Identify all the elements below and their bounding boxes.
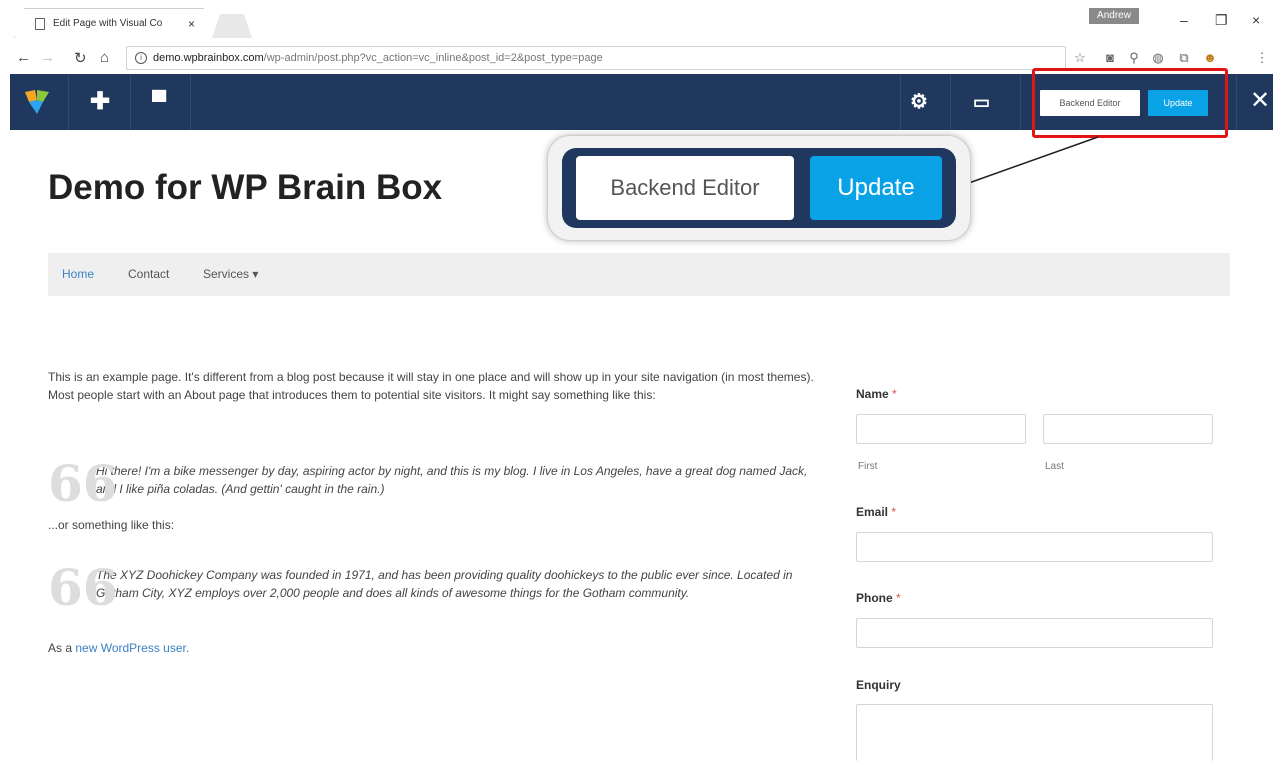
page-icon (35, 17, 45, 30)
phone-field[interactable] (856, 618, 1213, 648)
toolbar-divider (1236, 74, 1237, 130)
add-element-icon[interactable]: ✚ (90, 88, 110, 116)
url-path: /wp-admin/post.php?vc_action=vc_inline&p… (263, 52, 603, 64)
last-name-input[interactable] (1043, 414, 1213, 444)
zoom-callout-inner: Backend Editor Update (562, 148, 956, 228)
zoom-callout: Backend Editor Update (548, 136, 970, 240)
browser-tab-bar: Edit Page with Visual Co × Andrew – ❐ × (0, 0, 1273, 42)
nav-item-contact[interactable]: Contact (128, 253, 169, 296)
vc-logo-icon[interactable] (22, 86, 52, 116)
bookmark-star-icon[interactable]: ☆ (1072, 50, 1088, 66)
search-extension-icon[interactable]: ⚲ (1126, 50, 1142, 66)
camera-extension-icon[interactable]: ◙ (1102, 50, 1118, 66)
outro-paragraph: As a new WordPress user. (48, 639, 189, 657)
profile-extension-icon[interactable]: ☻ (1202, 50, 1218, 66)
tab-close-icon[interactable]: × (188, 17, 195, 31)
last-sublabel: Last (1045, 461, 1064, 472)
new-user-link[interactable]: new WordPress user. (75, 641, 189, 655)
tab-title: Edit Page with Visual Co (53, 18, 163, 29)
first-name-input[interactable] (856, 414, 1026, 444)
intro-paragraph: This is an example page. It's different … (48, 370, 814, 402)
quote-icon: 66 (48, 454, 118, 513)
menu-icon[interactable]: ⋮ (1254, 50, 1270, 66)
minimize-icon[interactable]: – (1180, 12, 1188, 28)
toolbar-divider (68, 74, 69, 130)
back-icon[interactable]: ← (16, 49, 31, 66)
url-host: demo.wpbrainbox.com (153, 52, 264, 64)
nav-item-services[interactable]: Services ▾ (203, 253, 258, 296)
required-mark: * (896, 591, 901, 605)
forward-icon[interactable]: → (40, 49, 55, 66)
first-sublabel: First (858, 461, 878, 472)
enquiry-label: Enquiry (856, 678, 901, 692)
responsive-preview-icon[interactable]: ▭ (973, 88, 990, 116)
email-field[interactable] (856, 532, 1213, 562)
reload-icon[interactable]: ↻ (74, 49, 87, 67)
required-mark: * (891, 505, 897, 519)
restore-icon[interactable]: ❐ (1215, 12, 1228, 29)
site-title: Demo for WP Brain Box (48, 168, 443, 207)
email-label: Email * (856, 505, 897, 519)
blockquote-2: 66 The XYZ Doohickey Company was founded… (48, 563, 818, 613)
info-icon[interactable]: i (135, 52, 147, 64)
quote-text: The XYZ Doohickey Company was founded in… (96, 568, 793, 600)
new-tab-button[interactable] (212, 14, 252, 38)
copy-extension-icon[interactable]: ⧉ (1176, 50, 1192, 66)
or-paragraph: ...or something like this: (48, 518, 175, 532)
templates-icon[interactable]: ▀ (152, 88, 166, 116)
phone-label: Phone * (856, 591, 901, 605)
browser-tab[interactable]: Edit Page with Visual Co × (14, 8, 214, 38)
nav-item-home[interactable]: Home (62, 253, 94, 296)
outro-text: As a (48, 641, 76, 655)
settings-gear-icon[interactable]: ⚙ (910, 88, 928, 116)
required-mark: * (892, 387, 897, 401)
callout-update-button: Update (810, 156, 942, 220)
highlight-box (1032, 68, 1228, 138)
name-label: Name * (856, 387, 897, 401)
toolbar-divider (1020, 74, 1021, 130)
quote-text: Hi there! I'm a bike messenger by day, a… (96, 464, 808, 496)
url-input[interactable]: i demo.wpbrainbox.com/wp-admin/post.php?… (126, 46, 1066, 70)
close-editor-icon[interactable]: ✕ (1250, 86, 1270, 116)
toolbar-divider (190, 74, 191, 130)
toolbar-divider (130, 74, 131, 130)
extension-icon[interactable]: ◍ (1150, 50, 1166, 66)
quote-icon: 66 (48, 558, 118, 617)
toolbar-divider (950, 74, 951, 130)
blockquote-1: 66 Hi there! I'm a bike messenger by day… (48, 459, 818, 509)
profile-badge[interactable]: Andrew (1089, 8, 1139, 24)
toolbar-divider (900, 74, 901, 130)
home-icon[interactable]: ⌂ (100, 49, 109, 66)
window-close-icon[interactable]: × (1252, 12, 1260, 28)
callout-backend-editor-button: Backend Editor (576, 156, 794, 220)
site-navigation: Home Contact Services ▾ (48, 253, 1230, 296)
enquiry-textarea[interactable] (856, 704, 1213, 761)
